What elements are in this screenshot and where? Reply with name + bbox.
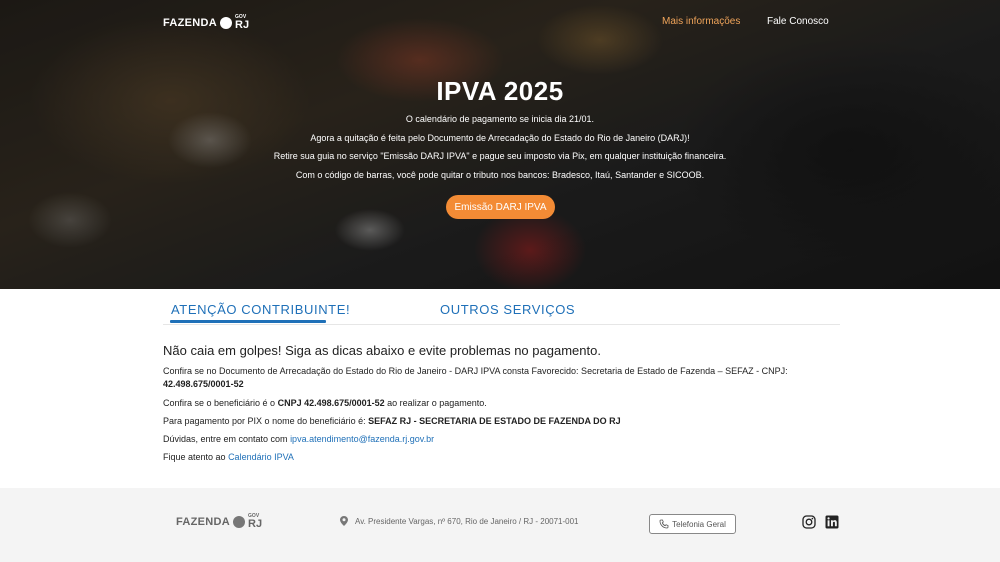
seal-icon [233, 516, 246, 528]
tab-content: Não caia em golpes! Siga as dicas abaixo… [163, 343, 823, 469]
warning-heading: Não caia em golpes! Siga as dicas abaixo… [163, 343, 601, 358]
hero-description: O calendário de pagamento se inicia dia … [0, 114, 1000, 188]
telefonia-label: Telefonia Geral [672, 519, 726, 529]
hero-line: Agora a quitação é feita pelo Documento … [310, 132, 690, 143]
tab-outros-servicos[interactable]: OUTROS SERVIÇOS [440, 302, 575, 317]
hero-line: Com o código de barras, você pode quitar… [295, 169, 705, 180]
footer-logo[interactable]: FAZENDA GOV RJ [176, 514, 262, 530]
calendario-ipva-link[interactable]: Calendário IPVA [228, 452, 294, 462]
tip-calendar: Fique atento ao Calendário IPVA [163, 452, 294, 462]
logo-text: FAZENDA [176, 516, 231, 528]
tab-atencao-contribuinte[interactable]: ATENÇÃO CONTRIBUINTE! [171, 302, 350, 317]
logo-state: RJ [235, 19, 250, 31]
footer-address: Av. Presidente Vargas, nº 670, Rio de Ja… [340, 516, 579, 526]
tip-pix: Para pagamento por PIX o nome do benefic… [163, 416, 621, 426]
hero-banner: FAZENDA GOV RJ Mais informações Fale Con… [0, 0, 1000, 289]
logo-text: FAZENDA [163, 17, 218, 29]
telefonia-geral-button[interactable]: Telefonia Geral [649, 514, 736, 534]
hero-line: Retire sua guia no serviço "Emissão DARJ… [273, 151, 727, 161]
page-title: IPVA 2025 [436, 76, 564, 106]
logo-state: RJ [248, 518, 263, 530]
address-text: Av. Presidente Vargas, nº 670, Rio de Ja… [355, 516, 579, 526]
nav-contact-link[interactable]: Fale Conosco [767, 16, 829, 27]
hero-line: O calendário de pagamento se inicia dia … [405, 114, 595, 124]
tip-contact: Dúvidas, entre em contato com ipva.atend… [163, 434, 435, 444]
nav-more-info-link[interactable]: Mais informações [662, 16, 740, 27]
seal-icon [220, 17, 233, 29]
phone-icon [659, 519, 669, 529]
emissao-darj-button[interactable]: Emissão DARJ IPVA [446, 195, 555, 219]
footer: FAZENDA GOV RJ Av. Presidente Vargas, nº… [0, 488, 1000, 562]
tip-darj-favorecido: Confira se no Documento de Arrecadação d… [163, 366, 788, 389]
tip-cnpj: Confira se o beneficiário é o CNPJ 42.49… [163, 398, 487, 408]
map-pin-icon [340, 516, 348, 526]
linkedin-icon[interactable] [825, 515, 839, 529]
email-link[interactable]: ipva.atendimento@fazenda.rj.gov.br [290, 434, 434, 444]
top-navigation: FAZENDA GOV RJ Mais informações Fale Con… [0, 0, 1000, 44]
tab-bar: ATENÇÃO CONTRIBUINTE! OUTROS SERVIÇOS [163, 289, 840, 325]
fazenda-rj-logo[interactable]: FAZENDA GOV RJ [163, 15, 249, 31]
active-tab-indicator [170, 320, 326, 323]
instagram-icon[interactable] [802, 515, 816, 529]
